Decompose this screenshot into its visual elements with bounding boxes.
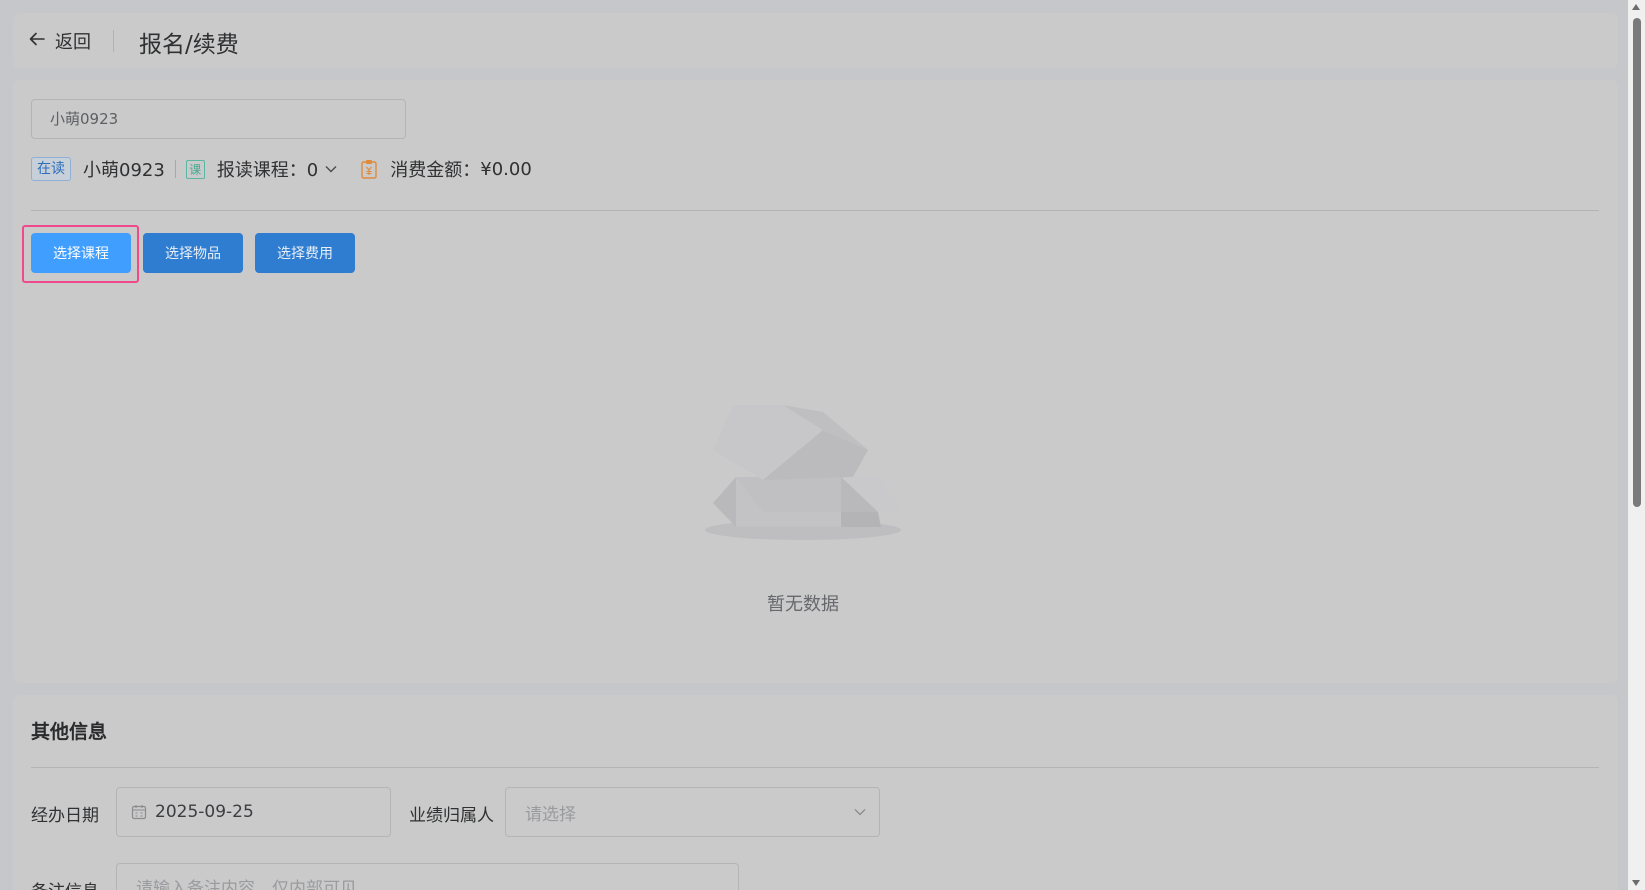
scroll-down-arrow-icon[interactable] xyxy=(1632,880,1640,886)
owner-select[interactable]: 请选择 xyxy=(505,787,880,837)
remark-input[interactable]: 请输入备注内容，仅内部可见 xyxy=(116,863,739,890)
scroll-up-arrow-icon[interactable] xyxy=(1632,4,1640,10)
page-title: 报名/续费 xyxy=(139,32,239,58)
section-title: 其他信息 xyxy=(31,721,108,743)
enrollment-card: 小萌0923 在读 小萌0923 课 报读课程：0 消费金额： ¥0.00 选择… xyxy=(13,80,1618,683)
divider xyxy=(31,767,1599,768)
back-button[interactable]: 返回 xyxy=(27,27,91,55)
calendar-icon xyxy=(131,805,147,820)
chevron-down-icon xyxy=(325,166,337,173)
empty-text: 暂无数据 xyxy=(767,594,839,615)
fee-label: 消费金额： xyxy=(390,160,481,181)
remark-label: 备注信息 xyxy=(31,877,99,890)
select-fee-button[interactable]: 选择费用 xyxy=(255,233,355,273)
status-badge: 在读 xyxy=(31,157,71,181)
back-label: 返回 xyxy=(55,32,91,53)
fee-value: ¥0.00 xyxy=(480,158,532,180)
select-item-button[interactable]: 选择物品 xyxy=(143,233,243,273)
date-picker[interactable]: 2025-09-25 xyxy=(116,787,391,837)
arrow-left-icon xyxy=(27,29,47,54)
date-label: 经办日期 xyxy=(31,806,99,826)
other-info-card: 其他信息 经办日期 2025-09-25 业绩归属人 请选择 备注信息 请输入备… xyxy=(13,695,1618,890)
clipboard-icon xyxy=(361,160,377,179)
course-count-dropdown[interactable]: 报读课程：0 xyxy=(217,156,338,182)
course-count-label: 报读课程：0 xyxy=(216,160,319,181)
page-header: 返回 报名/续费 xyxy=(13,13,1618,68)
student-search-input[interactable]: 小萌0923 xyxy=(31,99,406,139)
empty-state: 暂无数据 xyxy=(703,360,923,620)
owner-label: 业绩归属人 xyxy=(409,806,494,826)
date-value: 2025-09-25 xyxy=(155,802,254,822)
chevron-down-icon xyxy=(854,809,866,816)
header-divider xyxy=(113,30,114,52)
divider xyxy=(31,210,1599,211)
scrollbar-thumb[interactable] xyxy=(1633,18,1641,507)
course-icon: 课 xyxy=(185,159,205,179)
student-name: 小萌0923 xyxy=(83,160,165,181)
page-viewport: 返回 报名/续费 小萌0923 在读 小萌0923 课 报读课程：0 消费金额：… xyxy=(0,0,1628,890)
empty-box-icon xyxy=(705,405,901,540)
vertical-scrollbar[interactable] xyxy=(1628,0,1645,890)
student-info-row: 在读 小萌0923 课 报读课程：0 消费金额： ¥0.00 xyxy=(31,156,532,182)
info-divider xyxy=(174,160,176,178)
focus-highlight xyxy=(22,225,139,283)
owner-placeholder: 请选择 xyxy=(525,804,576,825)
